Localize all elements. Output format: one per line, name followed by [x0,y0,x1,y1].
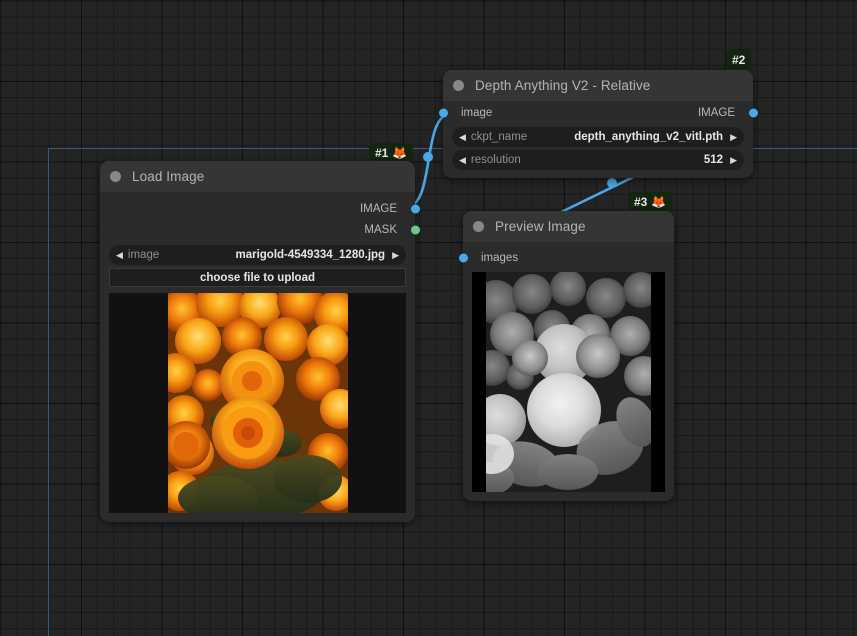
widget-image-file[interactable]: ◀ image marigold-4549334_1280.jpg ▶ [109,245,406,265]
node-title: Load Image [132,169,205,184]
output-slot-image-label: IMAGE [359,202,397,215]
input-slot-image-label: image [461,106,493,119]
depth-map-preview[interactable] [472,272,665,492]
input-slot-image-dot[interactable] [438,108,448,117]
loaded-image-preview[interactable] [109,293,406,513]
slot-row-images-input: images [458,247,674,268]
collapse-dot-icon[interactable] [110,171,121,182]
link-midpoint-dot-1 [423,152,433,162]
link-midpoint-dot-2 [607,178,617,188]
node-body: image IMAGE ◀ ckpt_name depth_anything_v… [438,101,758,170]
node-title: Depth Anything V2 - Relative [475,78,651,93]
node-badge-2: #2 [726,50,752,69]
node-body: IMAGE MASK ◀ image marigold-4549334_1280… [100,192,420,513]
slot-row-image: image IMAGE [438,101,758,124]
arrow-right-icon[interactable]: ▶ [392,250,399,260]
widget-image-value: marigold-4549334_1280.jpg [235,249,386,261]
output-slot-mask-dot[interactable] [410,225,420,234]
node-title: Preview Image [495,219,586,234]
widget-ckpt-name[interactable]: ◀ ckpt_name depth_anything_v2_vitl.pth ▶ [452,127,744,147]
choose-file-to-upload-button[interactable]: choose file to upload [109,268,406,287]
fox-icon: 🦊 [651,194,667,209]
depth-map-image [486,272,651,492]
arrow-left-icon[interactable]: ◀ [459,155,466,165]
fox-icon: 🦊 [392,145,408,160]
node-badge-1: #1 🦊 [369,143,414,162]
output-slot-mask-label: MASK [364,223,397,236]
widget-ckpt-name-value: depth_anything_v2_vitl.pth [574,131,724,143]
node-graph-canvas[interactable]: #2 Depth Anything V2 - Relative image IM… [0,0,857,636]
output-slot-image-label: IMAGE [697,106,735,119]
arrow-right-icon[interactable]: ▶ [730,132,737,142]
node-header[interactable]: Load Image [100,161,415,192]
marigold-photo [167,293,348,513]
output-slot-image-dot[interactable] [748,108,758,117]
output-slot-image-dot[interactable] [410,204,420,213]
collapse-dot-icon[interactable] [473,221,484,232]
node-preview-image[interactable]: Preview Image images [458,211,674,501]
arrow-right-icon[interactable]: ▶ [730,155,737,165]
arrow-left-icon[interactable]: ◀ [116,250,123,260]
node-header[interactable]: Preview Image [463,211,674,242]
widget-ckpt-name-label: ckpt_name [470,131,528,143]
choose-file-label: choose file to upload [199,271,315,284]
node-badge-3: #3 🦊 [628,192,673,211]
node-load-image[interactable]: Load Image IMAGE MASK ◀ image marigold-4… [100,161,420,522]
widget-image-label: image [127,249,160,261]
slot-row-image-output: IMAGE [100,198,420,219]
widget-resolution[interactable]: ◀ resolution 512 ▶ [452,150,744,170]
widget-resolution-value: 512 [703,154,724,166]
node-depth-anything-v2-relative[interactable]: Depth Anything V2 - Relative image IMAGE… [438,70,758,178]
node-header[interactable]: Depth Anything V2 - Relative [443,70,753,101]
slot-row-mask-output: MASK [100,219,420,240]
input-slot-images-dot[interactable] [458,253,468,262]
node-body: images [458,242,674,492]
badge-label: #1 [375,145,389,160]
badge-label: #2 [732,52,746,67]
arrow-left-icon[interactable]: ◀ [459,132,466,142]
widget-resolution-label: resolution [470,154,521,166]
badge-label: #3 [634,194,648,209]
input-slot-images-label: images [481,251,519,264]
collapse-dot-icon[interactable] [453,80,464,91]
